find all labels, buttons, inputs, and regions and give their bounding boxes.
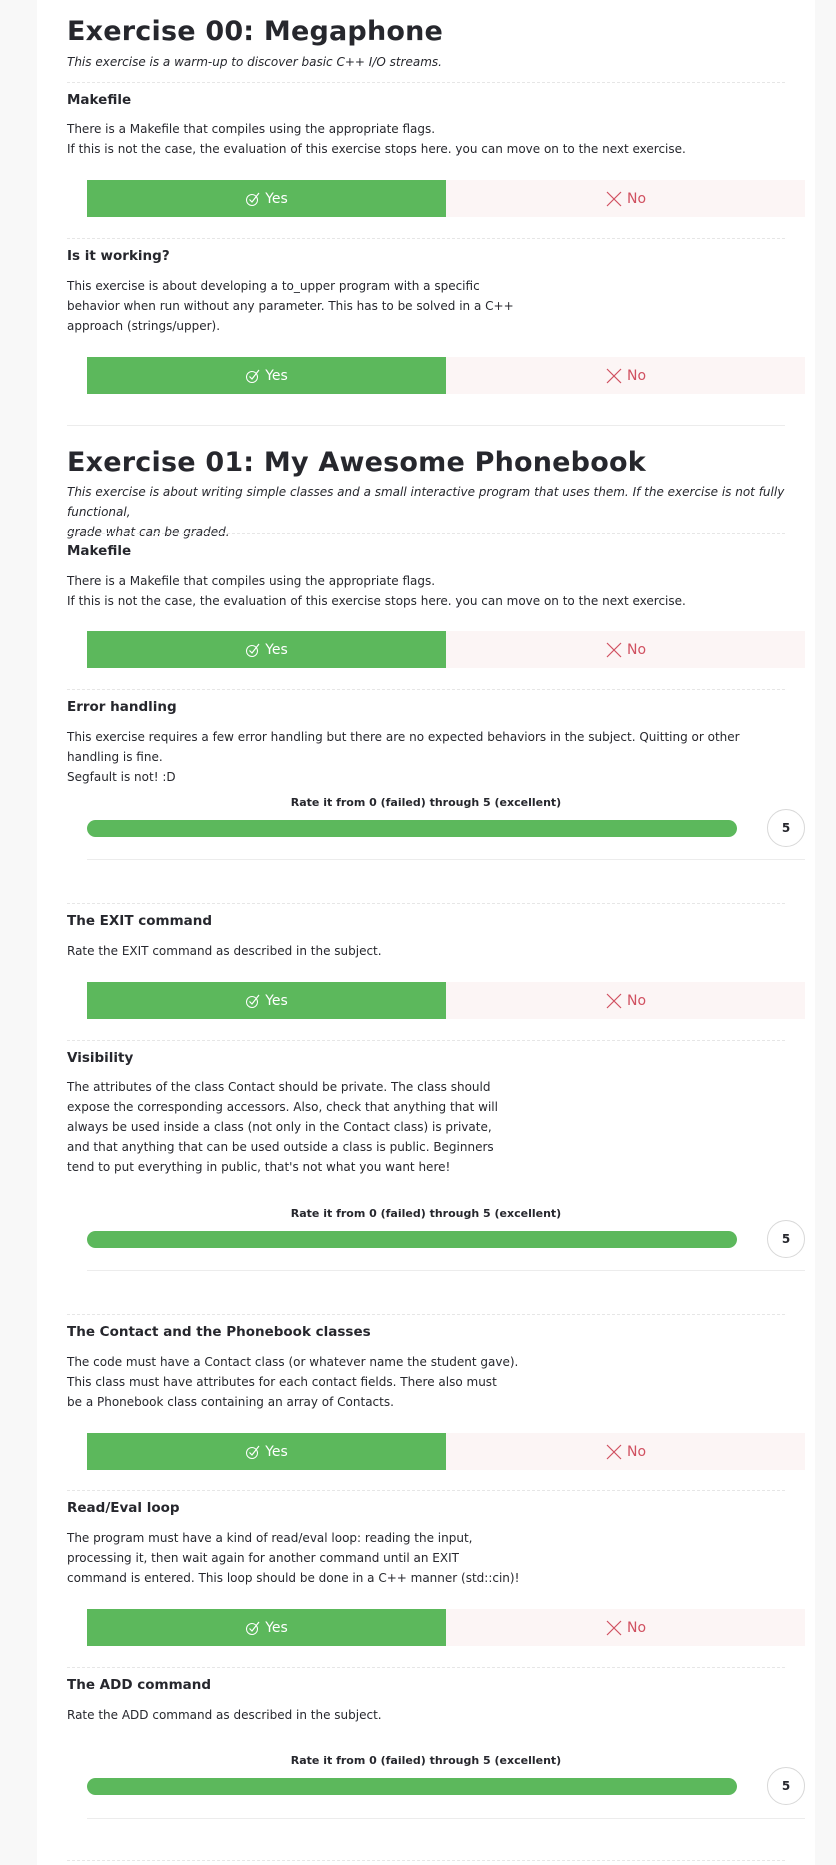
divider <box>67 1490 785 1491</box>
exercise-description: This exercise is a warm-up to discover b… <box>67 55 442 69</box>
section-title: Read/Eval loop <box>67 1500 180 1516</box>
slider-handle[interactable]: 5 <box>767 1220 805 1258</box>
slider-track[interactable] <box>87 1778 737 1795</box>
exercise-title: Exercise 00: Megaphone <box>67 16 444 47</box>
yes-no-toggle: Yes No <box>87 982 805 1019</box>
check-icon <box>246 643 260 657</box>
slider-handle[interactable]: 5 <box>767 1767 805 1805</box>
check-icon <box>246 994 260 1008</box>
section-text: There is a Makefile that compiles using … <box>67 122 686 156</box>
section-text: There is a Makefile that compiles using … <box>67 574 686 608</box>
rating-slider[interactable]: 5 <box>87 1766 805 1806</box>
check-icon <box>246 192 260 206</box>
slider-handle[interactable]: 5 <box>767 809 805 847</box>
close-icon <box>606 1620 622 1635</box>
rating-slider[interactable]: 5 <box>87 808 805 848</box>
yes-button[interactable]: Yes <box>87 1609 446 1646</box>
no-button[interactable]: No <box>446 357 805 394</box>
divider <box>67 533 785 534</box>
section-text: The code must have a Contact class (or w… <box>67 1355 519 1409</box>
no-button[interactable]: No <box>446 1433 805 1470</box>
yes-button[interactable]: Yes <box>87 180 446 217</box>
section-text: This exercise is about developing a to_u… <box>67 279 514 333</box>
section-title: Is it working? <box>67 248 170 264</box>
close-icon <box>606 191 622 206</box>
no-button[interactable]: No <box>446 631 805 668</box>
divider <box>87 1818 805 1819</box>
divider <box>67 1667 785 1668</box>
slider-track[interactable] <box>87 820 737 837</box>
divider <box>67 238 785 239</box>
section-title: Visibility <box>67 1050 134 1066</box>
divider <box>67 689 785 690</box>
section-title: The EXIT command <box>67 913 213 929</box>
yes-button[interactable]: Yes <box>87 1433 446 1470</box>
check-icon <box>246 1445 260 1459</box>
section-text: The program must have a kind of read/eva… <box>67 1531 520 1585</box>
yes-no-toggle: Yes No <box>87 357 805 394</box>
no-button[interactable]: No <box>446 1609 805 1646</box>
divider <box>67 82 785 83</box>
no-button[interactable]: No <box>446 982 805 1019</box>
yes-button[interactable]: Yes <box>87 357 446 394</box>
divider <box>67 1860 785 1861</box>
divider <box>87 859 805 860</box>
section-title: Makefile <box>67 543 132 559</box>
section-title: Makefile <box>67 92 132 108</box>
section-text: Rate the ADD command as described in the… <box>67 1708 382 1722</box>
section-text: The attributes of the class Contact shou… <box>67 1080 498 1174</box>
slider-track[interactable] <box>87 1231 737 1248</box>
yes-button[interactable]: Yes <box>87 982 446 1019</box>
section-title: Error handling <box>67 699 177 715</box>
close-icon <box>606 993 622 1008</box>
rating-slider[interactable]: 5 <box>87 1219 805 1259</box>
evaluation-page: Exercise 00: Megaphone This exercise is … <box>37 0 815 1865</box>
exercise-title: Exercise 01: My Awesome Phonebook <box>67 447 646 478</box>
no-button[interactable]: No <box>446 180 805 217</box>
yes-no-toggle: Yes No <box>87 631 805 668</box>
check-icon <box>246 369 260 383</box>
divider <box>87 1270 805 1271</box>
section-title: The Contact and the Phonebook classes <box>67 1324 371 1340</box>
yes-no-toggle: Yes No <box>87 1609 805 1646</box>
close-icon <box>606 1444 622 1459</box>
divider <box>67 425 785 426</box>
yes-no-toggle: Yes No <box>87 1433 805 1470</box>
check-icon <box>246 1621 260 1635</box>
yes-button[interactable]: Yes <box>87 631 446 668</box>
section-title: The ADD command <box>67 1677 212 1693</box>
divider <box>67 1314 785 1315</box>
close-icon <box>606 642 622 657</box>
divider <box>67 903 785 904</box>
section-text: Rate the EXIT command as described in th… <box>67 944 382 958</box>
section-text: This exercise requires a few error handl… <box>67 730 740 784</box>
divider <box>67 1040 785 1041</box>
close-icon <box>606 368 622 383</box>
yes-no-toggle: Yes No <box>87 180 805 217</box>
